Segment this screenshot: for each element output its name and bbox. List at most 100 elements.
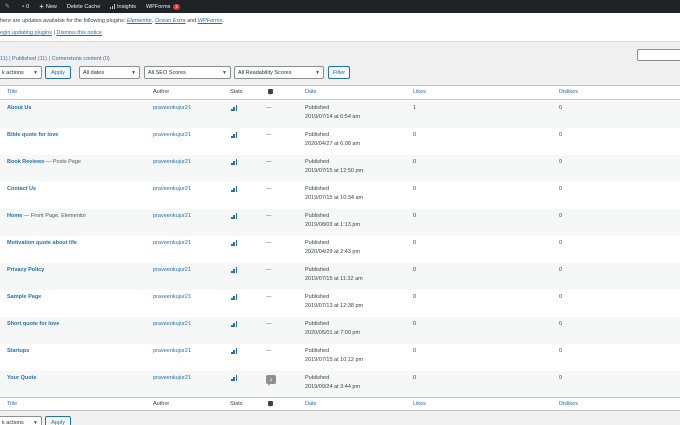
plugin-link-ocean-extra[interactable]: Ocean Extra <box>155 18 186 24</box>
row-author-link[interactable]: praveenkujur21 <box>153 132 191 138</box>
column-title[interactable]: Title <box>7 89 17 95</box>
row-dislikes: 0 <box>559 267 563 273</box>
stats-icon[interactable] <box>231 213 238 219</box>
begin-updating-link[interactable]: egin updating plugins <box>0 30 52 36</box>
stats-icon[interactable] <box>231 159 238 165</box>
stats-icon[interactable] <box>231 240 238 246</box>
row-title-link[interactable]: Your Quote <box>7 375 37 381</box>
chevron-down-icon: ▼ <box>315 69 320 76</box>
view-cornerstone-count: (0) <box>101 56 110 62</box>
row-title-link[interactable]: Short quote for love <box>7 321 59 327</box>
search-input[interactable] <box>637 49 680 61</box>
row-title-link[interactable]: Home <box>7 213 22 219</box>
stats-icon[interactable] <box>231 105 238 111</box>
row-author-link[interactable]: praveenkujur21 <box>153 348 191 354</box>
column-date[interactable]: Date <box>305 89 317 95</box>
notice-sep: and <box>185 18 198 24</box>
row-author-link[interactable]: praveenkujur21 <box>153 240 191 246</box>
row-author-link[interactable]: praveenkujur21 <box>153 294 191 300</box>
plus-icon: + <box>39 2 44 11</box>
admin-bar-wpforms[interactable]: WPForms 2 <box>141 0 185 13</box>
row-likes: 0 <box>413 321 417 327</box>
column-dislikes[interactable]: Dislikes <box>559 401 578 407</box>
row-title-link[interactable]: Contact Us <box>7 186 36 192</box>
comment-icon: ▪ <box>22 3 25 10</box>
dismiss-notice-link[interactable]: Dismiss this notice <box>57 30 103 36</box>
row-date-status: Published <box>305 375 330 381</box>
row-title-link[interactable]: Motivation quote about life <box>7 240 77 246</box>
insights-icon <box>110 4 115 9</box>
stats-icon[interactable] <box>231 294 238 300</box>
seo-score-select[interactable]: All SEO Scores ▼ <box>144 66 231 79</box>
row-title-link[interactable]: About Us <box>7 105 31 111</box>
bulk-actions-select[interactable]: k actions ▼ <box>0 66 42 79</box>
row-post-state: — Posts Page <box>44 159 81 165</box>
row-author-link[interactable]: praveenkujur21 <box>153 267 191 273</box>
admin-bar-customize[interactable]: ✎ <box>0 0 17 13</box>
comments-count: — <box>266 240 272 246</box>
row-title-link[interactable]: Startups <box>7 348 29 354</box>
pages-table: Title Author Stats Date Likes Dislikes A… <box>0 85 680 411</box>
view-filters: 11) | Published (11) | Cornerstone conte… <box>0 56 110 62</box>
column-title[interactable]: Title <box>7 401 17 407</box>
row-title-link[interactable]: Sample Page <box>7 294 41 300</box>
table-row: Short quote for love praveenkujur21 — Pu… <box>0 317 680 344</box>
row-date-value: 2020/05/01 at 7:00 pm <box>305 330 361 336</box>
row-author-link[interactable]: praveenkujur21 <box>153 159 191 165</box>
column-dislikes[interactable]: Dislikes <box>559 89 578 95</box>
comment-count-bubble[interactable]: 1 <box>266 375 276 386</box>
admin-bar-comments[interactable]: ▪ 0 <box>17 0 34 13</box>
stats-icon[interactable] <box>231 321 238 327</box>
chevron-down-icon: ▼ <box>33 419 38 425</box>
row-title-link[interactable]: Bible quote for love <box>7 132 58 138</box>
row-date-status: Published <box>305 213 330 219</box>
admin-bar-insights[interactable]: Insights <box>105 0 141 13</box>
view-published[interactable]: Published <box>12 56 36 62</box>
row-date-value: 2019/07/15 at 10:34 am <box>305 195 364 201</box>
row-author-link[interactable]: praveenkujur21 <box>153 213 191 219</box>
date-filter-select[interactable]: All dates ▼ <box>79 66 140 79</box>
stats-icon[interactable] <box>231 186 238 192</box>
wpforms-badge: 2 <box>173 3 180 10</box>
stats-icon[interactable] <box>231 348 238 354</box>
admin-bar-new[interactable]: + New <box>34 0 62 13</box>
filter-button[interactable]: Filter <box>328 66 350 79</box>
admin-bar-delete-cache[interactable]: Delete Cache <box>62 0 105 13</box>
stats-icon[interactable] <box>231 132 238 138</box>
row-dislikes: 0 <box>559 240 563 246</box>
admin-bar: ✎ ▪ 0 + New Delete Cache Insights WPForm… <box>0 0 680 13</box>
row-likes: 0 <box>413 186 417 192</box>
readability-score-select[interactable]: All Readability Scores ▼ <box>234 66 324 79</box>
row-likes: 0 <box>413 213 417 219</box>
row-author-link[interactable]: praveenkujur21 <box>153 105 191 111</box>
row-title-link[interactable]: Book Reviews <box>7 159 44 165</box>
row-likes: 0 <box>413 348 417 354</box>
stats-icon[interactable] <box>231 375 238 381</box>
row-author-link[interactable]: praveenkujur21 <box>153 321 191 327</box>
apply-button[interactable]: Apply <box>45 66 71 79</box>
comments-count: — <box>266 321 272 327</box>
row-dislikes: 0 <box>559 321 563 327</box>
column-likes[interactable]: Likes <box>413 89 426 95</box>
admin-bar-new-label: New <box>45 3 57 10</box>
column-likes[interactable]: Likes <box>413 401 426 407</box>
row-title-cell: Bible quote for love <box>7 132 58 138</box>
apply-button[interactable]: Apply <box>45 416 71 425</box>
bulk-actions-select[interactable]: k actions ▼ <box>0 416 42 425</box>
row-title-link[interactable]: Privacy Policy <box>7 267 44 273</box>
table-row: Bible quote for love praveenkujur21 — Pu… <box>0 128 680 155</box>
row-date-status: Published <box>305 186 330 192</box>
customize-icon: ✎ <box>5 4 11 10</box>
comments-icon[interactable] <box>268 89 273 95</box>
plugin-link-elementor[interactable]: Elementor <box>127 18 152 24</box>
row-author-link[interactable]: praveenkujur21 <box>153 186 191 192</box>
view-all-count[interactable]: 11) <box>0 56 8 62</box>
comments-icon[interactable] <box>268 401 273 407</box>
column-author: Author <box>153 89 170 95</box>
plugin-link-wpforms[interactable]: WPForms <box>198 18 222 24</box>
row-author-link[interactable]: praveenkujur21 <box>153 375 191 381</box>
column-date[interactable]: Date <box>305 401 317 407</box>
view-cornerstone[interactable]: Cornerstone content <box>52 56 102 62</box>
stats-icon[interactable] <box>231 267 238 273</box>
row-dislikes: 0 <box>559 186 563 192</box>
